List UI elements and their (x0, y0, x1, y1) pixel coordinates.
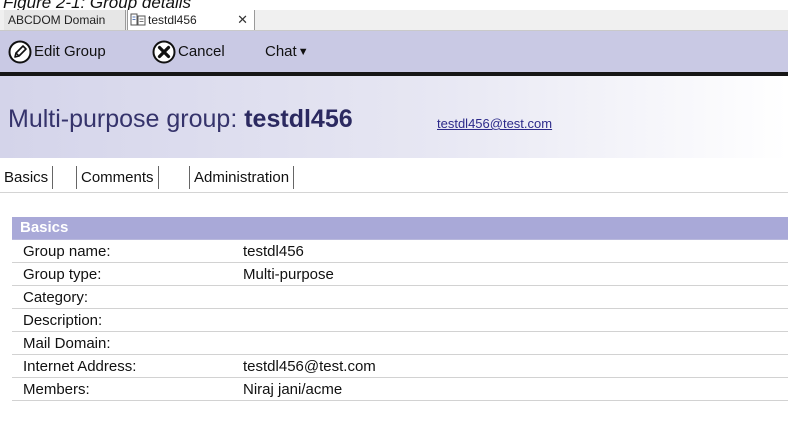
field-row-group-type: Group type: Multi-purpose (12, 263, 788, 286)
field-row-description: Description: (12, 309, 788, 332)
cancel-button[interactable]: Cancel (152, 39, 225, 65)
tab-comments[interactable]: Comments (76, 166, 159, 189)
field-row-members: Members: Niraj jani/acme (12, 378, 788, 401)
cancel-label: Cancel (178, 43, 225, 60)
field-label: Description: (23, 312, 103, 329)
basics-section: Basics Group name: testdl456 Group type:… (12, 217, 788, 401)
close-icon[interactable]: ✕ (237, 10, 248, 30)
tab-basics[interactable]: Basics (0, 166, 54, 189)
action-toolbar: Edit Group Cancel Chat▼ (0, 31, 788, 76)
field-label: Members: (23, 381, 90, 398)
field-label: Mail Domain: (23, 335, 111, 352)
chat-menu-button[interactable]: Chat▼ (265, 39, 309, 65)
chevron-down-icon: ▼ (297, 46, 309, 58)
field-row-category: Category: (12, 286, 788, 309)
field-label: Category: (23, 289, 89, 306)
document-icon (130, 12, 146, 26)
group-header-banner: Multi-purpose group: testdl456 testdl456… (0, 76, 788, 158)
edit-icon (8, 40, 32, 64)
edit-group-button[interactable]: Edit Group (8, 39, 106, 65)
group-email-link[interactable]: testdl456@test.com (437, 116, 552, 131)
window-tab-abcdom-domain[interactable]: ABCDOM Domain (4, 10, 126, 30)
chat-label: Chat (265, 43, 297, 60)
subtab-bar: Basics Comments Administration (0, 158, 788, 193)
window-tab-label: ABCDOM Domain (8, 13, 106, 27)
field-label: Group type: (23, 266, 102, 283)
field-label: Group name: (23, 243, 111, 260)
cancel-icon (152, 40, 176, 64)
tab-administration[interactable]: Administration (189, 166, 295, 189)
window-tab-bar: ABCDOM Domain testdl456 ✕ (0, 10, 788, 31)
field-row-mail-domain: Mail Domain: (12, 332, 788, 355)
group-name-title: testdl456 (244, 105, 353, 133)
window-tab-label: testdl456 (148, 13, 197, 27)
section-header: Basics (12, 217, 788, 240)
page-title: Multi-purpose group: testdl456 (8, 105, 353, 134)
page-title-prefix: Multi-purpose group: (8, 105, 245, 133)
window-tab-testdl456[interactable]: testdl456 ✕ (127, 10, 255, 30)
edit-group-label: Edit Group (34, 43, 106, 60)
field-row-internet-address: Internet Address: testdl456@test.com (12, 355, 788, 378)
field-value: testdl456@test.com (243, 358, 376, 375)
field-value: Niraj jani/acme (243, 381, 343, 398)
field-value: testdl456 (243, 243, 304, 260)
field-value: Multi-purpose (243, 266, 334, 283)
field-row-group-name: Group name: testdl456 (12, 240, 788, 263)
field-label: Internet Address: (23, 358, 137, 375)
